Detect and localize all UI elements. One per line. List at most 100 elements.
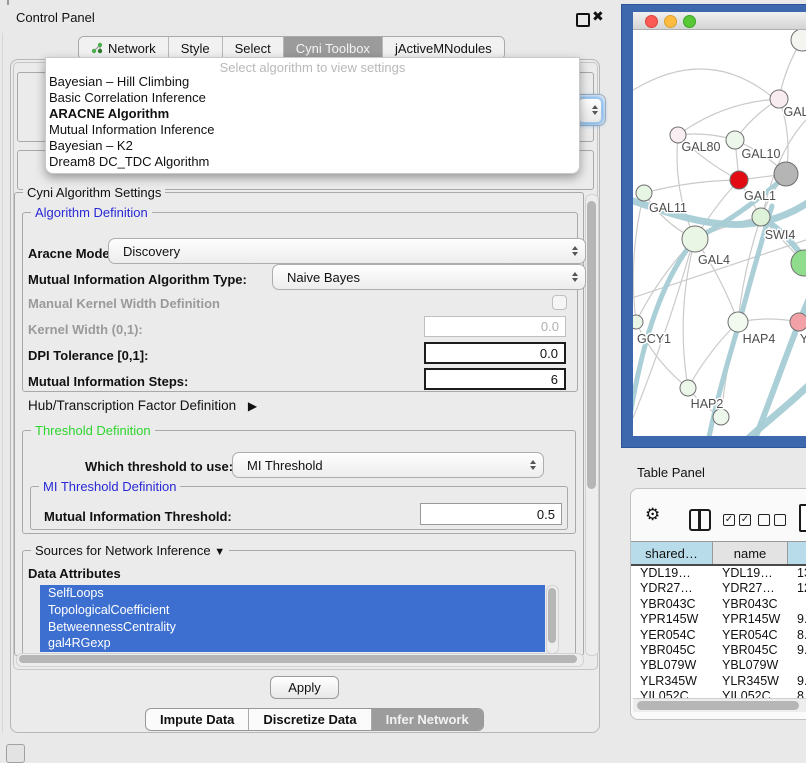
dpi-tolerance-field[interactable] (424, 342, 566, 364)
bottom-tab-impute-data[interactable]: Impute Data (146, 709, 249, 730)
network-node[interactable] (791, 30, 806, 51)
table-row[interactable]: YER054CYER054C8. (631, 628, 806, 643)
deselect-all-checkboxes-icon[interactable] (758, 514, 786, 526)
kernel-width-field[interactable] (424, 316, 566, 337)
scrollbar-thumb[interactable] (548, 588, 556, 643)
apply-button[interactable]: Apply (270, 676, 339, 699)
table-row[interactable]: YIL052CYIL052C8 (631, 689, 806, 698)
aracne-mode-combo[interactable]: Discovery (108, 238, 586, 264)
table-row[interactable]: YBR045CYBR045C9. (631, 643, 806, 658)
mi-steps-field[interactable] (424, 368, 566, 390)
group-title: Threshold Definition (31, 423, 155, 438)
zoom-traffic-light-icon[interactable] (683, 15, 696, 28)
clipped-toolbar-fragment (7, 0, 9, 5)
expand-right-icon[interactable]: ▶ (248, 399, 257, 413)
split-columns-icon[interactable] (689, 509, 711, 531)
scrollbar-thumb[interactable] (637, 701, 799, 710)
network-window-titlebar[interactable] (633, 12, 806, 30)
data-attribute-item[interactable]: TopologicalCoefficient (40, 602, 545, 619)
select-all-checkboxes-icon[interactable]: ✓ ✓ (723, 514, 751, 526)
table-row[interactable]: YDR27…YDR27…12 (631, 581, 806, 596)
network-edge (678, 99, 779, 135)
hub-definition-toggle[interactable]: Hub/Transcription Factor Definition ▶ (28, 398, 257, 413)
network-node-gal11[interactable] (636, 185, 652, 201)
gear-icon[interactable]: ⚙ (645, 506, 660, 523)
tab-jactivemnodules[interactable]: jActiveMNodules (383, 37, 504, 59)
network-node-hap2[interactable] (680, 380, 696, 396)
data-attribute-item[interactable]: BetweennessCentrality (40, 619, 545, 636)
table-cell: YPR145W (713, 612, 788, 627)
attributes-list-scrollbar[interactable] (546, 585, 559, 654)
network-node-swi4[interactable] (752, 208, 770, 226)
mi-threshold-field[interactable] (420, 503, 562, 525)
table-row[interactable]: YBR043CYBR043C (631, 597, 806, 612)
network-node-gal1[interactable] (730, 171, 748, 189)
network-node-y[interactable] (790, 313, 806, 331)
mi-type-combo[interactable]: Naive Bayes (272, 264, 586, 290)
tab-network[interactable]: Network (79, 37, 169, 59)
column-header[interactable]: shared… (631, 542, 713, 564)
column-header[interactable] (788, 542, 806, 564)
settings-vertical-scrollbar[interactable] (585, 194, 599, 656)
close-icon[interactable]: ✖ (592, 8, 604, 25)
focused-spinner[interactable] (578, 98, 602, 123)
new-table-icon[interactable] (799, 504, 806, 532)
table-cell: 9. (788, 643, 806, 658)
float-window-icon[interactable] (576, 13, 590, 27)
algorithm-option[interactable]: Dream8 DC_TDC Algorithm (46, 154, 579, 170)
close-traffic-light-icon[interactable] (645, 15, 658, 28)
manual-kernel-checkbox[interactable] (552, 295, 567, 310)
network-node-gcy1[interactable] (633, 315, 643, 329)
tab-label: Select (235, 41, 271, 56)
chevron-updown-icon (572, 272, 578, 282)
tab-cyni-toolbox[interactable]: Cyni Toolbox (284, 37, 383, 59)
network-node[interactable] (774, 162, 798, 186)
manual-kernel-label: Manual Kernel Width Definition (28, 296, 220, 311)
which-threshold-combo[interactable]: MI Threshold (232, 452, 544, 478)
table-row[interactable]: YLR345WYLR345W9. (631, 674, 806, 689)
algorithm-option[interactable]: Bayesian – Hill Climbing (46, 74, 579, 90)
data-attributes-list: SelfLoopsTopologicalCoefficientBetweenne… (40, 585, 545, 652)
bottom-tab-discretize-data[interactable]: Discretize Data (249, 709, 371, 730)
table-cell: 12 (788, 581, 806, 596)
network-node-hap4[interactable] (728, 312, 748, 332)
table-row[interactable]: YDL19…YDL19…13 (631, 566, 806, 581)
table-cell: YER054C (713, 628, 788, 643)
minimize-traffic-light-icon[interactable] (664, 15, 677, 28)
network-node[interactable] (713, 409, 729, 425)
scrollbar-thumb[interactable] (19, 655, 577, 663)
network-node[interactable] (791, 250, 806, 276)
table-cell: YPR145W (631, 612, 713, 627)
table-horizontal-scrollbar[interactable] (633, 698, 806, 712)
collapsed-panel-button[interactable] (6, 744, 25, 763)
tab-style[interactable]: Style (169, 37, 223, 59)
network-edge (633, 240, 806, 300)
tab-select[interactable]: Select (223, 37, 284, 59)
algorithm-dropdown-popup: Select algorithm to view settings Bayesi… (45, 57, 580, 174)
node-label: GAL11 (649, 201, 687, 215)
algorithm-option[interactable]: Bayesian – K2 (46, 138, 579, 154)
table-cell: YBR045C (631, 643, 713, 658)
algorithm-option-list: Bayesian – Hill ClimbingBasic Correlatio… (46, 74, 579, 170)
checked-box-icon: ✓ (723, 514, 735, 526)
scrollbar-thumb[interactable] (587, 201, 596, 489)
network-node-gal4[interactable] (682, 226, 708, 252)
network-edge (633, 69, 771, 96)
table-row[interactable]: YBL079WYBL079W (631, 658, 806, 673)
algorithm-option[interactable]: Mutual Information Inference (46, 122, 579, 138)
table-header-row: shared…name (631, 541, 806, 566)
bottom-tab-infer-network[interactable]: Infer Network (372, 709, 483, 730)
network-edge (644, 180, 739, 193)
table-row[interactable]: YPR145WYPR145W9. (631, 612, 806, 627)
algorithm-option[interactable]: Basic Correlation Inference (46, 90, 579, 106)
control-panel-title: Control Panel (16, 10, 95, 25)
data-attribute-item[interactable]: SelfLoops (40, 585, 545, 602)
settings-horizontal-scrollbar[interactable] (16, 653, 584, 667)
network-canvas[interactable]: GALGAL80GAL10GAL1GAL11SWI4GAL4GCY1HAP4YH… (633, 30, 806, 436)
network-edge (695, 239, 738, 322)
data-attribute-item[interactable]: gal4RGexp (40, 635, 545, 652)
column-header[interactable]: name (713, 542, 788, 564)
node-label: Y (800, 332, 806, 346)
algorithm-option[interactable]: ARACNE Algorithm (46, 106, 579, 122)
collapse-down-icon[interactable]: ▼ (214, 546, 225, 558)
